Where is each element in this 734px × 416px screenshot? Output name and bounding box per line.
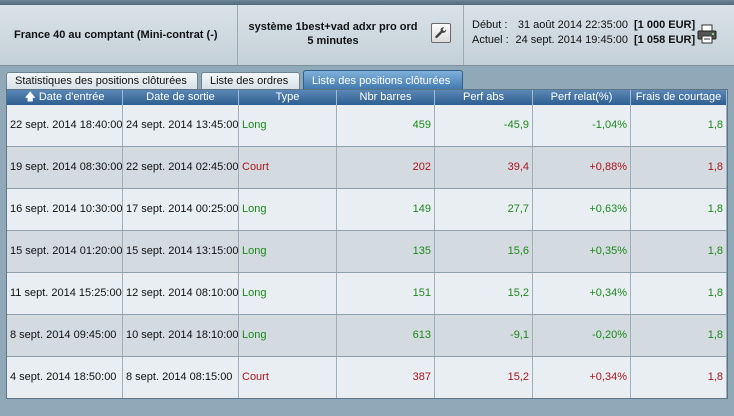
column-header-entry-date[interactable]: 🡅 Date d'entrée — [7, 90, 123, 105]
cell-fees: 1,8 — [631, 189, 727, 230]
wrench-icon — [435, 27, 447, 39]
cell-entry: 11 sept. 2014 15:25:00 — [7, 273, 123, 314]
cell-type: Court — [239, 147, 337, 188]
cell-exit: 10 sept. 2014 18:10:00 — [123, 315, 239, 356]
current-line: Actuel : 24 sept. 2014 19:45:00 [1 058 EUR… — [472, 34, 695, 46]
column-header-perf-abs[interactable]: Perf abs — [435, 90, 533, 105]
start-label: Début : — [472, 19, 508, 31]
start-date: 31 août 2014 22:35:00 — [517, 19, 628, 31]
table-row[interactable]: 8 sept. 2014 09:45:00 10 sept. 2014 18:10… — [7, 315, 727, 357]
current-date: 24 sept. 2014 19:45:00 — [515, 34, 628, 46]
system-panel: système 1best+vad adxr pro ord 5 minutes — [238, 5, 464, 65]
printer-icon[interactable] — [696, 23, 718, 45]
current-label: Actuel : — [472, 34, 509, 46]
column-header-type[interactable]: Type — [239, 90, 337, 105]
cell-exit: 8 sept. 2014 08:15:00 — [123, 357, 239, 398]
cell-entry: 4 sept. 2014 18:50:00 — [7, 357, 123, 398]
table-row[interactable]: 11 sept. 2014 15:25:00 12 sept. 2014 08:1… — [7, 273, 727, 315]
cell-type: Long — [239, 273, 337, 314]
cell-entry: 8 sept. 2014 09:45:00 — [7, 315, 123, 356]
table-row[interactable]: 4 sept. 2014 18:50:00 8 sept. 2014 08:15:… — [7, 357, 727, 398]
tab-closed-positions-list[interactable]: Liste des positions clôturées — [303, 70, 463, 90]
cell-perf-abs: 27,7 — [435, 189, 533, 230]
cell-bars: 613 — [337, 315, 435, 356]
system-settings-button[interactable] — [431, 23, 451, 43]
cell-entry: 22 sept. 2014 18:40:00 — [7, 105, 123, 146]
cell-fees: 1,8 — [631, 273, 727, 314]
cell-exit: 12 sept. 2014 08:10:00 — [123, 273, 239, 314]
table-row[interactable]: 19 sept. 2014 08:30:00 22 sept. 2014 02:4… — [7, 147, 727, 189]
cell-perf-rel: +0,35% — [533, 231, 631, 272]
cell-bars: 202 — [337, 147, 435, 188]
cell-fees: 1,8 — [631, 315, 727, 356]
cell-exit: 22 sept. 2014 02:45:00 — [123, 147, 239, 188]
cell-fees: 1,8 — [631, 105, 727, 146]
cell-type: Long — [239, 315, 337, 356]
tab-closed-positions-stats[interactable]: Statistiques des positions clôturées — [6, 72, 198, 89]
cell-bars: 459 — [337, 105, 435, 146]
cell-exit: 15 sept. 2014 13:15:00 — [123, 231, 239, 272]
column-header-perf-rel[interactable]: Perf relat(%) — [533, 90, 631, 105]
table-row[interactable]: 22 sept. 2014 18:40:00 24 sept. 2014 13:4… — [7, 105, 727, 147]
cell-bars: 387 — [337, 357, 435, 398]
column-header-label: Date d'entrée — [38, 91, 105, 103]
column-header-bars[interactable]: Nbr barres — [337, 90, 435, 105]
start-capital: [1 000 EUR] — [634, 19, 696, 31]
sort-up-icon: 🡅 — [24, 91, 36, 103]
report-header: France 40 au comptant (Mini-contrat (-) … — [0, 5, 734, 66]
cell-perf-abs: 39,4 — [435, 147, 533, 188]
cell-perf-rel: -1,04% — [533, 105, 631, 146]
cell-perf-abs: -45,9 — [435, 105, 533, 146]
cell-bars: 135 — [337, 231, 435, 272]
table-row[interactable]: 15 sept. 2014 01:20:00 15 sept. 2014 13:1… — [7, 231, 727, 273]
cell-fees: 1,8 — [631, 357, 727, 398]
cell-bars: 151 — [337, 273, 435, 314]
cell-type: Long — [239, 189, 337, 230]
cell-fees: 1,8 — [631, 231, 727, 272]
start-line: Début : 31 août 2014 22:35:00 [1 000 EUR] — [472, 19, 695, 31]
cell-perf-rel: +0,88% — [533, 147, 631, 188]
column-header-fees[interactable]: Frais de courtage — [631, 90, 727, 105]
cell-perf-rel: +0,34% — [533, 273, 631, 314]
cell-fees: 1,8 — [631, 147, 727, 188]
cell-entry: 19 sept. 2014 08:30:00 — [7, 147, 123, 188]
column-header-exit-date[interactable]: Date de sortie — [123, 90, 239, 105]
cell-entry: 16 sept. 2014 10:30:00 — [7, 189, 123, 230]
cell-type: Long — [239, 231, 337, 272]
period-panel: Début :31 août 2014 22:35:00 [1 000 EUR] … — [464, 5, 734, 65]
system-title: système 1best+vad adxr pro ord 5 minutes — [238, 20, 428, 48]
cell-entry: 15 sept. 2014 01:20:00 — [7, 231, 123, 272]
cell-perf-rel: +0,34% — [533, 357, 631, 398]
cell-perf-rel: -0,20% — [533, 315, 631, 356]
current-capital: [1 058 EUR] — [634, 34, 696, 46]
closed-positions-table: 🡅 Date d'entrée Date de sortie Type Nbr … — [6, 89, 728, 399]
system-name: système 1best+vad adxr pro ord — [248, 21, 418, 33]
instrument-name: France 40 au comptant (Mini-contrat (-) — [0, 5, 238, 65]
cell-perf-rel: +0,63% — [533, 189, 631, 230]
cell-perf-abs: 15,6 — [435, 231, 533, 272]
cell-perf-abs: 15,2 — [435, 273, 533, 314]
tab-orders-list[interactable]: Liste des ordres — [201, 72, 300, 89]
system-timeframe: 5 minutes — [307, 35, 359, 47]
cell-exit: 24 sept. 2014 13:45:00 — [123, 105, 239, 146]
table-row[interactable]: 16 sept. 2014 10:30:00 17 sept. 2014 00:2… — [7, 189, 727, 231]
cell-type: Court — [239, 357, 337, 398]
cell-bars: 149 — [337, 189, 435, 230]
cell-exit: 17 sept. 2014 00:25:00 — [123, 189, 239, 230]
cell-perf-abs: 15,2 — [435, 357, 533, 398]
table-header: 🡅 Date d'entrée Date de sortie Type Nbr … — [7, 90, 727, 105]
cell-type: Long — [239, 105, 337, 146]
cell-perf-abs: -9,1 — [435, 315, 533, 356]
